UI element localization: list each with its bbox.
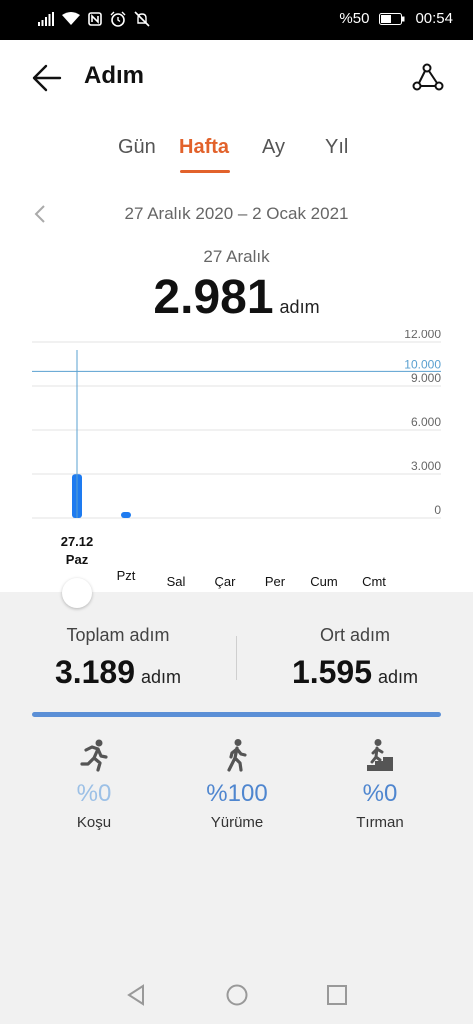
activity-breakdown: %0 Koşu %100 Yürüme %0 Tırman	[0, 738, 473, 838]
date-range-label: 27 Aralık 2020 – 2 Ocak 2021	[124, 204, 349, 223]
x-tick-label: Çar	[215, 574, 237, 589]
nav-recents-button[interactable]	[322, 980, 352, 1010]
signal-icon	[38, 12, 54, 26]
y-tick-label: 0	[434, 503, 441, 517]
period-tabs: Gün Hafta Ay Yıl	[0, 136, 473, 176]
average-steps-unit: adım	[378, 667, 419, 687]
status-right: %50 00:54	[339, 10, 453, 27]
arrow-left-icon	[32, 64, 62, 92]
y-tick-label: 12.000	[404, 330, 441, 341]
battery-percent: %50	[339, 10, 370, 27]
circle-home-icon	[226, 984, 248, 1006]
system-nav-bar	[0, 960, 473, 1024]
alarm-icon	[110, 11, 126, 27]
walking-icon	[227, 739, 247, 772]
steps-chart-svg: 12.000 9.000 6.000 3.000 0 10.000 27.12 Paz Pzt S…	[32, 330, 441, 589]
page-title: Adım	[84, 62, 144, 89]
clock: 00:54	[415, 10, 453, 27]
y-tick-label: 6.000	[411, 415, 441, 429]
square-recents-icon	[327, 985, 347, 1005]
selected-steps: 2.981	[153, 271, 274, 324]
mute-icon	[134, 11, 150, 27]
climbing-icon	[367, 739, 393, 771]
climbing-percent: %0	[362, 780, 398, 807]
chevron-left-icon	[34, 205, 45, 223]
total-steps-unit: adım	[141, 667, 182, 687]
goal-line-label: 10.000	[404, 357, 441, 371]
climbing-label: Tırman	[356, 814, 404, 831]
tab-day[interactable]: Gün	[118, 136, 156, 159]
running-percent: %0	[76, 780, 112, 807]
back-button[interactable]	[28, 60, 68, 96]
x-tick-label: Paz	[66, 552, 89, 567]
y-tick-label: 9.000	[411, 371, 441, 385]
running-icon	[80, 739, 108, 772]
tab-month[interactable]: Ay	[262, 136, 285, 159]
x-tick-label: Cmt	[362, 574, 386, 589]
x-tick-label: Pzt	[117, 568, 136, 583]
running-label: Koşu	[76, 814, 112, 831]
wifi-icon	[62, 12, 80, 25]
app-bar: Adım	[0, 40, 473, 116]
total-steps: Toplam adım 3.189 adım	[0, 625, 236, 691]
selected-unit: adım	[279, 297, 320, 317]
activity-walking: %100 Yürüme	[177, 738, 297, 831]
triangle-back-icon	[127, 984, 144, 1006]
total-steps-number: 3.189	[54, 654, 136, 690]
tab-week[interactable]: Hafta	[179, 136, 229, 159]
average-steps-label: Ort adım	[319, 625, 390, 645]
stats-divider	[236, 636, 237, 680]
walking-percent: %100	[206, 780, 268, 807]
selected-x-label: 27.12	[61, 534, 94, 549]
chart-bar	[121, 512, 131, 518]
status-icons	[38, 11, 150, 27]
nfc-icon	[88, 12, 102, 26]
date-range: 27 Aralık 2020 – 2 Ocak 2021	[0, 202, 473, 226]
average-steps-number: 1.595	[291, 654, 373, 690]
nav-back-button[interactable]	[121, 980, 151, 1010]
steps-chart[interactable]: 12.000 9.000 6.000 3.000 0 10.000 27.12 Paz Pzt S…	[0, 330, 473, 600]
battery-icon	[379, 12, 405, 25]
chart-slider-handle[interactable]	[62, 578, 92, 608]
activity-climbing: %0 Tırman	[320, 738, 440, 831]
status-bar: %50 00:54	[0, 0, 473, 40]
average-steps-value: 1.595 adım	[237, 654, 473, 691]
activity-running: %0 Koşu	[34, 738, 154, 831]
selected-value: 2.981 adım	[0, 270, 473, 325]
x-tick-label: Sal	[167, 574, 186, 589]
average-steps: Ort adım 1.595 adım	[237, 625, 473, 691]
x-tick-label: Per	[265, 574, 286, 589]
share-button[interactable]	[409, 60, 445, 96]
total-steps-value: 3.189 adım	[0, 654, 236, 691]
previous-period-button[interactable]	[30, 202, 50, 226]
y-tick-label: 3.000	[411, 459, 441, 473]
nav-home-button[interactable]	[222, 980, 252, 1010]
activity-progress-bar	[32, 712, 441, 717]
x-tick-label: Cum	[310, 574, 337, 589]
total-steps-label: Toplam adım	[66, 625, 170, 645]
active-tab-indicator	[180, 170, 230, 173]
selected-date: 27 Aralık	[203, 247, 270, 266]
share-icon	[412, 63, 444, 91]
walking-label: Yürüme	[210, 814, 264, 831]
tab-year[interactable]: Yıl	[325, 136, 348, 159]
